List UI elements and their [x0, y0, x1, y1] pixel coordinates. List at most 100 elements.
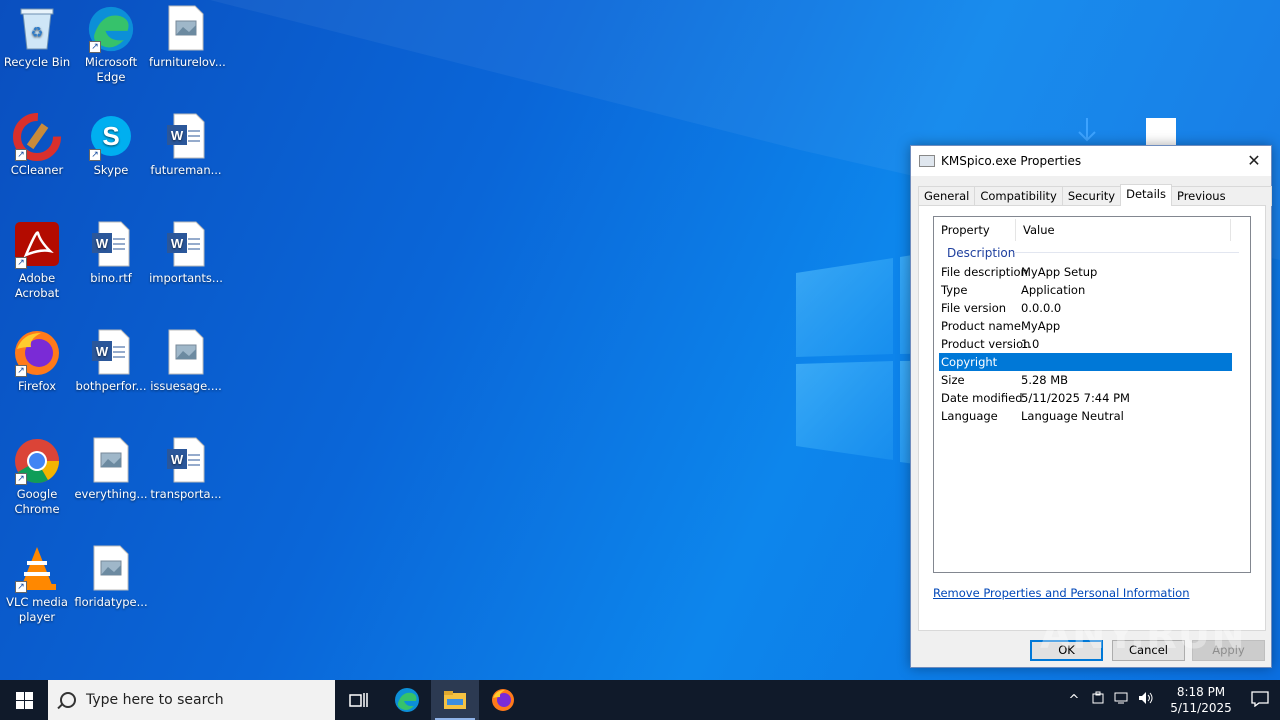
detail-row[interactable]: File version 0.0.0.0 [939, 299, 1232, 317]
column-header-property[interactable]: Property [934, 219, 1016, 241]
network-icon[interactable] [1110, 691, 1134, 709]
desktop-icon-label: Adobe Acrobat [14, 271, 60, 300]
detail-row[interactable]: File description MyApp Setup [939, 263, 1232, 281]
start-button[interactable] [0, 680, 48, 720]
clock-time: 8:18 PM [1176, 685, 1226, 699]
detail-value: MyApp [1021, 319, 1061, 333]
detail-value: 0.0.0.0 [1021, 301, 1062, 315]
desktop-icon-label: Firefox [17, 379, 57, 393]
desktop-icon-label: issuesage.... [150, 379, 222, 393]
desktop-icon[interactable]: everything... [74, 437, 148, 502]
word-file-icon: W [87, 329, 135, 377]
desktop-icon[interactable]: floridatype... [74, 545, 148, 610]
column-header-value[interactable]: Value [1016, 219, 1231, 241]
desktop-icon[interactable]: ↗ Google Chrome [0, 437, 74, 517]
close-button[interactable]: ✕ [1243, 150, 1265, 172]
desktop-icon-label: Skype [93, 163, 129, 177]
svg-text:♻: ♻ [31, 25, 44, 41]
skype-icon: S ↗ [87, 113, 135, 161]
edge-icon [395, 688, 419, 712]
detail-property: Date modified [941, 391, 1023, 405]
dialog-titlebar[interactable]: KMSpico.exe Properties [911, 146, 1271, 176]
dialog-title: KMSpico.exe Properties [941, 154, 1082, 168]
detail-property: Product name [941, 319, 1021, 333]
desktop-icon[interactable]: ♻ Recycle Bin [0, 5, 74, 70]
image-file-icon [162, 5, 210, 53]
download-arrow-icon[interactable] [1070, 116, 1104, 146]
taskbar-edge-button[interactable] [383, 680, 431, 720]
svg-text:W: W [96, 344, 109, 359]
detail-value: 5.28 MB [1021, 373, 1069, 387]
desktop-icon[interactable]: ↗ Firefox [0, 329, 74, 394]
tab-previous-versions[interactable]: Previous Versions [1170, 186, 1272, 221]
word-file-icon: W [162, 437, 210, 485]
tab-general[interactable]: General [918, 186, 976, 206]
security-icon[interactable] [1086, 691, 1110, 709]
tab-compatibility[interactable]: Compatibility [974, 186, 1063, 206]
detail-row[interactable]: Product version 1.0 [939, 335, 1232, 353]
svg-text:W: W [171, 236, 184, 251]
desktop-icon[interactable]: Wtransporta... [149, 437, 223, 502]
word-file-icon: W [162, 221, 210, 269]
detail-row[interactable]: Product name MyApp [939, 317, 1232, 335]
desktop-icon[interactable]: Wbothperfor... [74, 329, 148, 394]
desktop-icon[interactable]: furniturelov... [149, 5, 226, 70]
desktop-icon[interactable]: S ↗ Skype [74, 113, 148, 178]
firefox-icon [492, 689, 514, 711]
detail-property: Copyright [941, 355, 998, 369]
volume-icon[interactable] [1134, 691, 1158, 709]
taskbar-firefox-button[interactable] [479, 680, 527, 720]
properties-list[interactable]: Property Value Description File descript… [933, 216, 1251, 573]
tab-details[interactable]: Details [1120, 184, 1172, 206]
desktop-icon[interactable]: ↗ VLC media player [0, 545, 74, 625]
detail-row[interactable]: Copyright [939, 353, 1232, 371]
shortcut-arrow-icon: ↗ [15, 473, 27, 485]
desktop-icon[interactable]: Wfutureman... [149, 113, 223, 178]
desktop-file-icon[interactable] [1146, 118, 1176, 146]
chevron-up-icon[interactable]: ^ [1062, 693, 1086, 708]
word-file-icon: W [87, 221, 135, 269]
shortcut-arrow-icon: ↗ [89, 41, 101, 53]
tab-security[interactable]: Security [1061, 186, 1122, 206]
svg-text:W: W [171, 128, 184, 143]
detail-property: File description [941, 265, 1028, 279]
tab-strip: General Compatibility Security Details P… [918, 184, 1272, 221]
detail-row[interactable]: Language Language Neutral [939, 407, 1232, 425]
taskbar: Type here to search ^ 8:18 PM 5/11/2025 [0, 680, 1280, 720]
properties-dialog: KMSpico.exe Properties ✕ General Compati… [910, 145, 1272, 668]
shortcut-arrow-icon: ↗ [15, 257, 27, 269]
desktop-icon-label: everything... [74, 487, 148, 501]
ccleaner-icon: ↗ [13, 113, 61, 161]
desktop-icon-label: furniturelov... [149, 55, 226, 69]
system-tray: ^ 8:18 PM 5/11/2025 [1062, 680, 1280, 720]
recycle-bin-icon: ♻ [13, 5, 61, 53]
acrobat-icon: ↗ [13, 221, 61, 269]
task-view-button[interactable] [335, 680, 383, 720]
vlc-icon: ↗ [13, 545, 61, 593]
detail-row[interactable]: Size 5.28 MB [939, 371, 1232, 389]
firefox-icon: ↗ [13, 329, 61, 377]
desktop-icon-label: transporta... [150, 487, 222, 501]
desktop-icon[interactable]: ↗ CCleaner [0, 113, 74, 178]
desktop-icon[interactable]: issuesage.... [149, 329, 223, 394]
watermark: ANY.RUN [1040, 612, 1246, 658]
taskbar-file-explorer-button[interactable] [431, 680, 479, 720]
desktop-icon[interactable]: Wbino.rtf [74, 221, 148, 286]
detail-row[interactable]: Date modified 5/11/2025 7:44 PM [939, 389, 1232, 407]
taskbar-search-box[interactable]: Type here to search [48, 680, 335, 720]
desktop-icon-label: VLC media player [6, 595, 68, 624]
detail-property: File version [941, 301, 1007, 315]
desktop-icon[interactable]: ↗ Microsoft Edge [74, 5, 148, 85]
notifications-button[interactable] [1240, 690, 1280, 710]
edge-icon: ↗ [87, 5, 135, 53]
clock[interactable]: 8:18 PM 5/11/2025 [1162, 684, 1240, 716]
notification-icon [1251, 690, 1269, 707]
desktop-icon[interactable]: Wimportants... [149, 221, 223, 286]
task-view-icon [349, 693, 368, 707]
shortcut-arrow-icon: ↗ [15, 365, 27, 377]
desktop-icon-label: Google Chrome [14, 487, 60, 516]
detail-row[interactable]: Type Application [939, 281, 1232, 299]
remove-properties-link[interactable]: Remove Properties and Personal Informati… [933, 586, 1190, 600]
desktop-icon-label: Recycle Bin [3, 55, 71, 69]
desktop-icon[interactable]: ↗ Adobe Acrobat [0, 221, 74, 301]
